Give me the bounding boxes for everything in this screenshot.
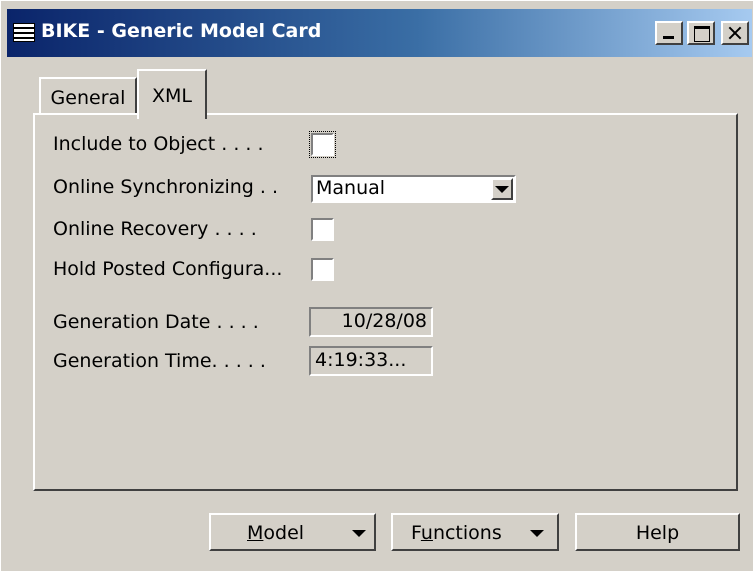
generation-time-label: Generation Time. . . . . [53,350,266,372]
title-bar[interactable]: BIKE - Generic Model Card [7,9,752,57]
help-button-label: Help [635,522,680,544]
online-synchronizing-select[interactable]: Manual [311,175,516,203]
model-button-label: Model [247,522,304,544]
help-button[interactable]: Help [575,513,740,551]
tab-xml[interactable]: XML [137,69,207,119]
online-recovery-label: Online Recovery . . . . [53,218,257,240]
xml-tab-panel: Include to Object . . . . Online Synchro… [33,113,738,491]
generation-date-label: Generation Date . . . . [53,311,259,333]
online-synchronizing-value: Manual [316,177,386,199]
table-icon [13,23,35,42]
online-synchronizing-label: Online Synchronizing . . [53,176,279,198]
tab-general[interactable]: General [39,77,137,117]
include-to-object-label: Include to Object . . . . [53,133,264,155]
close-button[interactable] [721,21,749,45]
chevron-down-icon [530,530,544,537]
chevron-down-icon [352,530,366,537]
functions-button-label: Functions [411,522,502,544]
functions-button[interactable]: Functions [391,513,559,551]
generation-date-field: 10/28/08 [309,307,433,337]
minimize-button[interactable] [655,21,683,45]
functions-button-rest: nctions [432,522,502,544]
functions-button-prefix: F [411,522,421,544]
dropdown-button[interactable] [491,178,513,200]
generation-time-field: 4:19:33... [309,346,433,376]
hold-posted-configuration-label: Hold Posted Configura... [53,258,283,280]
tab-general-label: General [50,87,126,109]
model-button-rest: odel [263,522,305,544]
include-to-object-checkbox[interactable] [309,131,336,158]
chevron-down-icon [495,186,509,193]
functions-button-hotkey: u [420,522,433,544]
model-card-window: BIKE - Generic Model Card General XML In… [0,0,753,571]
tab-xml-label: XML [152,85,192,107]
maximize-button[interactable] [687,21,715,45]
online-recovery-checkbox[interactable] [311,218,334,241]
model-button-hotkey: M [247,522,264,544]
model-button[interactable]: Model [209,513,376,551]
window-title: BIKE - Generic Model Card [41,20,322,42]
hold-posted-configuration-checkbox[interactable] [311,258,334,281]
